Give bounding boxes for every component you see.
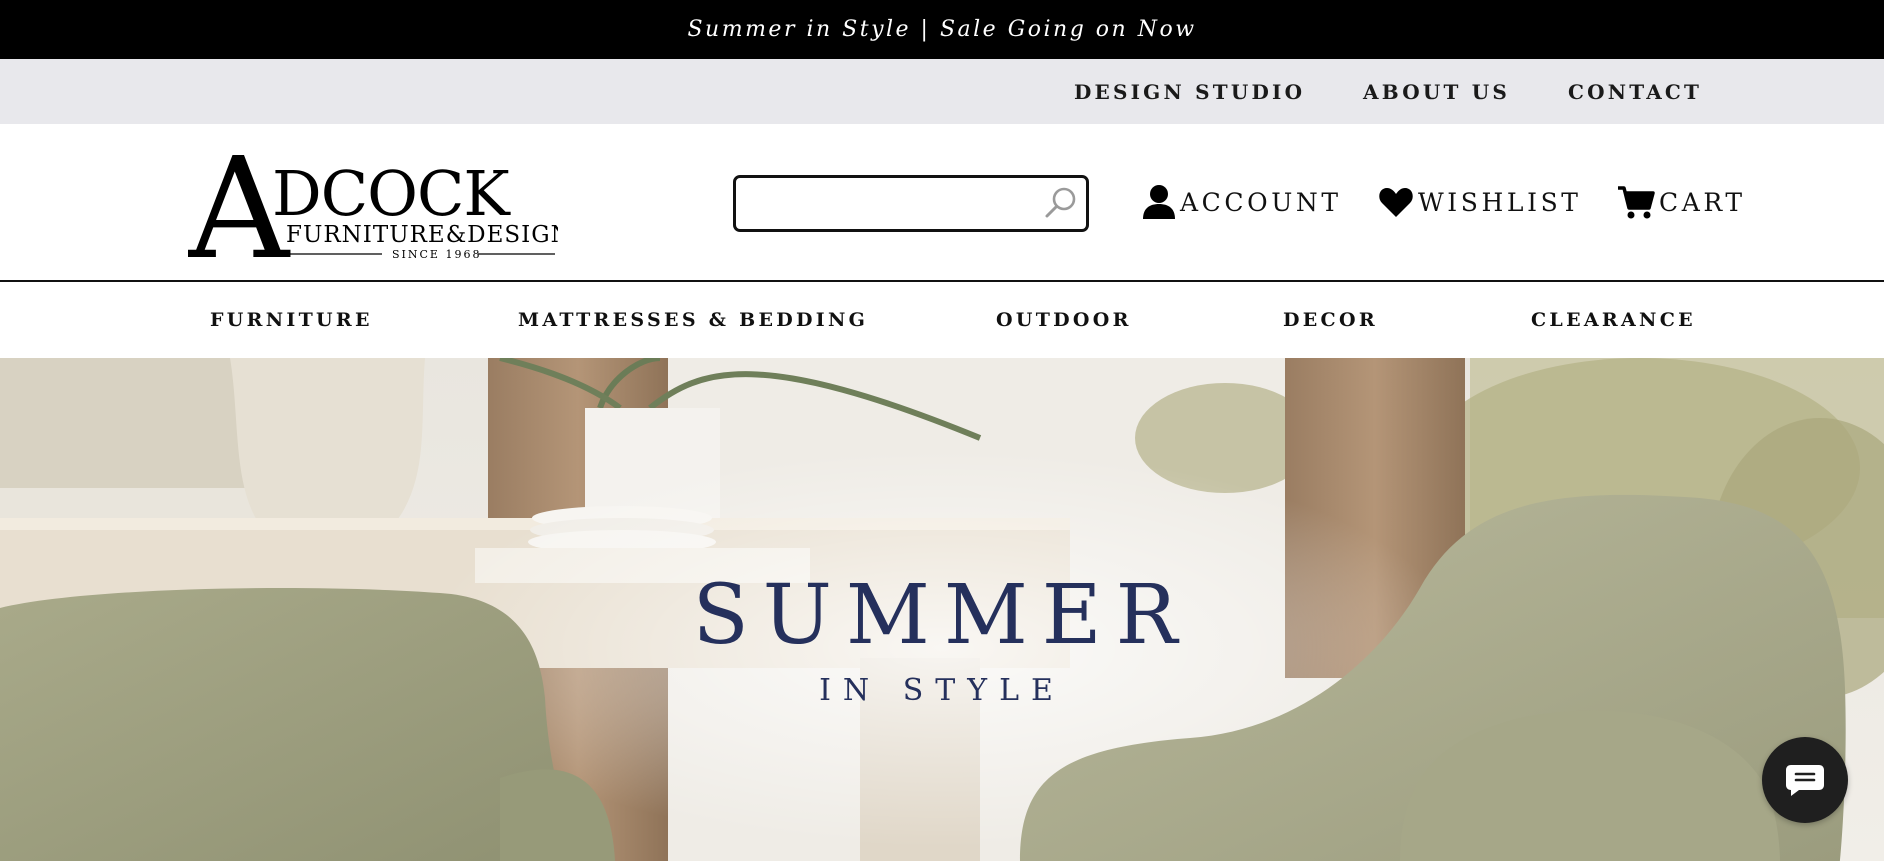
- heart-icon: [1379, 188, 1413, 217]
- wishlist-link[interactable]: WISHLIST: [1378, 182, 1582, 222]
- utility-nav: DESIGN STUDIO ABOUT US CONTACT: [0, 59, 1884, 124]
- chat-button[interactable]: [1762, 737, 1848, 823]
- hero-headline: SUMMER: [692, 568, 1192, 663]
- promo-banner[interactable]: Summer in Style | Sale Going on Now: [0, 0, 1884, 59]
- chat-icon: [1786, 765, 1824, 796]
- cart-link[interactable]: CART: [1617, 182, 1746, 222]
- user-icon: [1143, 185, 1175, 219]
- site-logo[interactable]: A DCOCK FURNITURE&DESIGN SINCE 1968: [188, 144, 558, 264]
- search-icon[interactable]: [1042, 184, 1080, 222]
- nav-item-outdoor[interactable]: OUTDOOR: [996, 282, 1132, 358]
- account-link[interactable]: ACCOUNT: [1142, 182, 1342, 222]
- wishlist-label: WISHLIST: [1418, 187, 1582, 217]
- account-label: ACCOUNT: [1180, 187, 1342, 217]
- utility-link-design-studio[interactable]: DESIGN STUDIO: [1074, 59, 1305, 124]
- utility-link-contact[interactable]: CONTACT: [1568, 59, 1702, 124]
- main-nav: FURNITURE MATTRESSES & BEDDING OUTDOOR D…: [0, 282, 1884, 358]
- search-input[interactable]: [746, 184, 1036, 222]
- logo-subtitle: FURNITURE&DESIGN: [286, 222, 558, 248]
- cart-icon: [1618, 186, 1655, 219]
- search-bar: [733, 175, 1089, 232]
- cart-label: CART: [1659, 187, 1746, 217]
- logo-since: SINCE 1968: [392, 248, 481, 261]
- utility-link-about-us[interactable]: ABOUT US: [1363, 59, 1510, 124]
- promo-text: Summer in Style | Sale Going on Now: [687, 17, 1197, 42]
- hero-subheadline: IN STYLE: [819, 673, 1065, 708]
- site-header: A DCOCK FURNITURE&DESIGN SINCE 1968 ACCO…: [0, 124, 1884, 282]
- nav-item-mattresses-bedding[interactable]: MATTRESSES & BEDDING: [518, 282, 868, 358]
- hero-banner[interactable]: SUMMER IN STYLE: [0, 358, 1884, 861]
- nav-item-clearance[interactable]: CLEARANCE: [1531, 282, 1696, 358]
- logo-wordmark: DCOCK: [272, 157, 511, 230]
- nav-item-decor[interactable]: DECOR: [1283, 282, 1378, 358]
- nav-item-furniture[interactable]: FURNITURE: [210, 282, 373, 358]
